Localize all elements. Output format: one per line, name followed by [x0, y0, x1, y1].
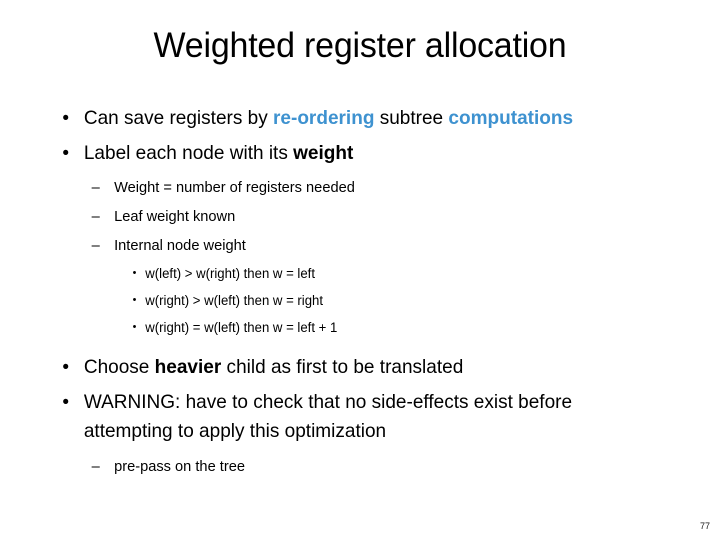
dash-marker-icon: –	[91, 458, 100, 475]
bullet-text-segment: child as first to be translated	[221, 356, 464, 378]
bullet-text-segment: subtree	[374, 107, 449, 129]
bullet-marker-icon: •	[62, 107, 70, 129]
bullet-text-bold-heavier: heavier	[154, 356, 222, 378]
bullet-marker-icon: •	[62, 356, 70, 378]
sub-bullet-item-internal-node-weight: – Internal node weight	[0, 231, 702, 260]
bullet-text-bold-weight: weight	[293, 142, 354, 164]
bullet-marker-icon: •	[62, 391, 70, 413]
page-title: Weighted register allocation	[153, 26, 567, 65]
bullet-text-segment: Label each node with its	[83, 142, 294, 164]
bullet-item-warning: • WARNING: have to check that no side-ef…	[0, 388, 702, 446]
slide-body: • Can save registers by re-ordering subt…	[0, 104, 720, 481]
bullet-item-can-save-registers: • Can save registers by re-ordering subt…	[0, 104, 702, 133]
sub-bullet-item-weight-definition: – Weight = number of registers needed	[0, 173, 702, 202]
bullet-text-segment: Choose	[83, 356, 155, 378]
dash-marker-icon: –	[91, 208, 100, 225]
sub-bullet-text: Internal node weight	[114, 237, 246, 254]
sub-bullet-item-pre-pass: – pre-pass on the tree	[0, 452, 702, 481]
sub-bullet-text: Leaf weight known	[114, 208, 236, 225]
sub-sub-bullet-item-rule-equal: • w(right) = w(left) then w = left + 1	[0, 314, 702, 341]
bullet-marker-icon: •	[62, 142, 70, 164]
sub-bullet-text: Weight = number of registers needed	[114, 179, 355, 196]
bullet-marker-icon: •	[132, 321, 137, 333]
bullet-text-segment: Can save registers by	[83, 107, 274, 129]
sub-sub-bullet-text: w(left) > w(right) then w = left	[145, 266, 315, 281]
bullet-marker-icon: •	[132, 294, 137, 306]
bullet-item-choose-heavier: • Choose heavier child as first to be tr…	[0, 353, 702, 382]
dash-marker-icon: –	[91, 237, 100, 254]
bullet-text-accent-computations: computations	[448, 107, 574, 129]
dash-marker-icon: –	[91, 179, 100, 196]
sub-sub-bullet-text: w(right) = w(left) then w = left + 1	[145, 320, 338, 335]
bullet-marker-icon: •	[132, 267, 137, 279]
page-number: 77	[699, 521, 710, 531]
sub-sub-bullet-text: w(right) > w(left) then w = right	[145, 293, 324, 308]
bullet-text-warning: WARNING: have to check that no side-effe…	[83, 391, 573, 442]
slide: Weighted register allocation • Can save …	[0, 0, 720, 540]
bullet-text-accent-reordering: re-ordering	[273, 107, 375, 129]
bullet-item-label-each-node: • Label each node with its weight	[0, 139, 702, 168]
sub-bullet-text: pre-pass on the tree	[114, 458, 245, 475]
sub-sub-bullet-item-rule-right: • w(right) > w(left) then w = right	[0, 287, 702, 314]
sub-bullet-item-leaf-weight: – Leaf weight known	[0, 202, 702, 231]
sub-sub-bullet-item-rule-left: • w(left) > w(right) then w = left	[0, 260, 702, 287]
